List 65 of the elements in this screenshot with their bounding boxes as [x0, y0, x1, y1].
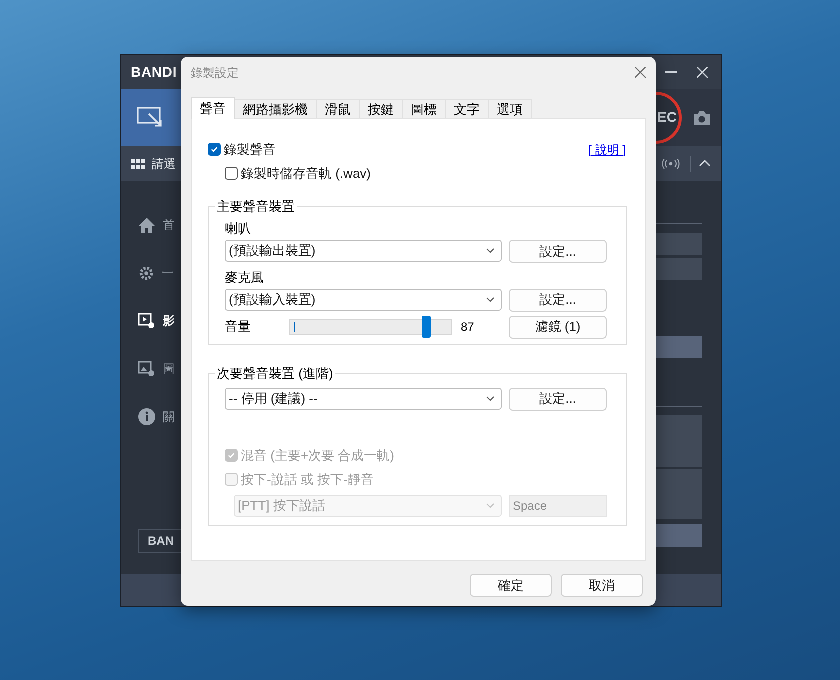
dialog-button[interactable]: 設定...: [509, 288, 607, 312]
dropdown[interactable]: (預設輸入裝置): [225, 288, 502, 310]
info-icon: [138, 408, 156, 426]
tab[interactable]: 網路攝影機: [234, 99, 317, 119]
checkbox[interactable]: [225, 166, 238, 180]
content-bar: [655, 415, 702, 467]
mode-label: 請選: [152, 156, 176, 172]
image-settings-icon: [138, 360, 156, 378]
checkbox-label: 錄製時儲存音軌 (.wav): [241, 164, 371, 183]
dialog-button[interactable]: 設定...: [509, 240, 607, 263]
volume-reading: 87: [461, 319, 476, 336]
checkbox-label: 按下-說話 或 按下-靜音: [241, 471, 374, 489]
volume-slider[interactable]: [289, 316, 452, 338]
close-icon[interactable]: [635, 67, 646, 78]
tab[interactable]: 按鍵: [359, 99, 403, 119]
window-title: 錄製設定: [191, 64, 239, 82]
content-bar: [655, 258, 702, 280]
video-settings-icon: [138, 312, 156, 330]
sidebar-item[interactable]: 首: [121, 201, 182, 249]
footer-logo-text: BAN: [148, 533, 174, 550]
screen-mode-tab[interactable]: [121, 89, 182, 146]
checkbox[interactable]: [208, 143, 221, 156]
camera-icon: [692, 110, 712, 126]
chevron-up-icon: [699, 160, 711, 167]
sidebar-item[interactable]: 圖: [121, 345, 182, 393]
home-icon: [138, 216, 156, 234]
dialog-button[interactable]: 濾鏡 (1): [509, 316, 607, 338]
chevron-down-icon: [486, 248, 495, 254]
dialog-button[interactable]: 設定...: [509, 388, 607, 410]
checkmark-icon: [227, 450, 236, 460]
field-label: 喇叭: [225, 220, 252, 238]
tab[interactable]: 圖標: [402, 99, 446, 119]
checkbox-label: 混音 (主要+次要 合成一軌): [241, 446, 394, 465]
tab[interactable]: 選項: [488, 99, 532, 119]
chevron-down-icon: [486, 502, 495, 508]
grid-icon: [131, 158, 145, 168]
tab[interactable]: 文字: [445, 99, 489, 119]
app-logo: BANDI: [131, 62, 178, 82]
dialog-button[interactable]: 取消: [561, 574, 643, 597]
minimize-icon: [665, 71, 677, 73]
help-link[interactable]: [ 說明 ]: [588, 140, 626, 159]
checkbox-label: 錄製聲音: [224, 141, 276, 159]
group-title: 次要聲音裝置 (進階): [216, 365, 334, 383]
sidebar-item[interactable]: 一: [121, 249, 182, 297]
tab[interactable]: 聲音: [191, 97, 235, 119]
checkmark-icon: [210, 145, 219, 154]
dialog-button[interactable]: 確定: [470, 574, 552, 597]
content-bar: [655, 233, 702, 255]
broadcast-icon: [662, 158, 680, 168]
sidebar-item[interactable]: 影: [121, 297, 182, 345]
slider-thumb[interactable]: [422, 316, 431, 338]
group-title: 主要聲音裝置: [216, 198, 296, 216]
field-label: 音量: [225, 318, 252, 336]
content-bar: [655, 524, 702, 547]
tab[interactable]: 滑鼠: [316, 99, 360, 119]
dropdown[interactable]: (預設輸出裝置): [225, 240, 502, 262]
close-icon: [697, 66, 708, 78]
content-bar: [655, 336, 702, 358]
content-bar: [655, 469, 702, 519]
chevron-down-icon: [486, 296, 495, 302]
sidebar-item[interactable]: 關: [121, 393, 182, 441]
chevron-down-icon: [486, 396, 495, 402]
dropdown[interactable]: -- 停用 (建議) --: [225, 388, 502, 410]
field-label: 麥克風: [225, 269, 265, 287]
gear-icon: [138, 264, 155, 282]
